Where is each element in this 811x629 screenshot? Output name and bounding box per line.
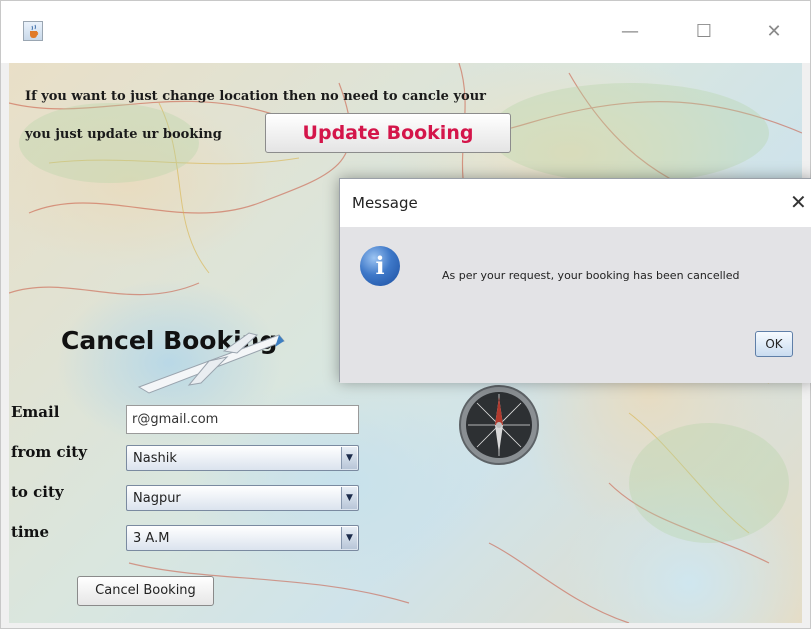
dialog-title-bar[interactable]: Message ✕ [340,179,811,227]
dialog-title: Message [352,194,418,212]
close-button[interactable]: ✕ [759,19,789,45]
message-dialog: Message ✕ i As per your request, your bo… [339,178,811,383]
email-field[interactable]: r@gmail.com [126,405,359,434]
email-label: Email [11,403,60,421]
title-bar[interactable]: — ☐ ✕ [1,1,810,63]
update-booking-button[interactable]: Update Booking [265,113,511,153]
to-city-select[interactable]: Nagpur ▼ [126,485,359,511]
from-city-value: Nashik [133,451,177,466]
compass-image [459,385,539,465]
maximize-button[interactable]: ☐ [689,19,719,45]
time-select[interactable]: 3 A.M ▼ [126,525,359,551]
java-cup-icon [23,21,43,41]
from-city-label: from city [11,443,87,461]
time-label: time [11,523,50,541]
dropdown-arrow-icon[interactable]: ▼ [341,487,357,509]
app-window: — ☐ ✕ If you want to just change locatio… [0,0,811,629]
dropdown-arrow-icon[interactable]: ▼ [341,447,357,469]
ok-button[interactable]: OK [755,331,793,357]
to-city-label: to city [11,483,64,501]
information-icon: i [360,246,400,286]
airplane-image [137,332,285,394]
dialog-close-icon[interactable]: ✕ [790,190,807,214]
time-value: 3 A.M [133,531,170,546]
dialog-body: i As per your request, your booking has … [340,227,811,383]
minimize-button[interactable]: — [615,19,645,45]
dropdown-arrow-icon[interactable]: ▼ [341,527,357,549]
cancel-booking-button[interactable]: Cancel Booking [77,576,214,606]
from-city-select[interactable]: Nashik ▼ [126,445,359,471]
info-text-line-2: you just update ur booking [25,127,222,142]
to-city-value: Nagpur [133,491,181,506]
dialog-message: As per your request, your booking has be… [442,269,740,282]
info-text-line-1: If you want to just change location then… [25,89,487,104]
